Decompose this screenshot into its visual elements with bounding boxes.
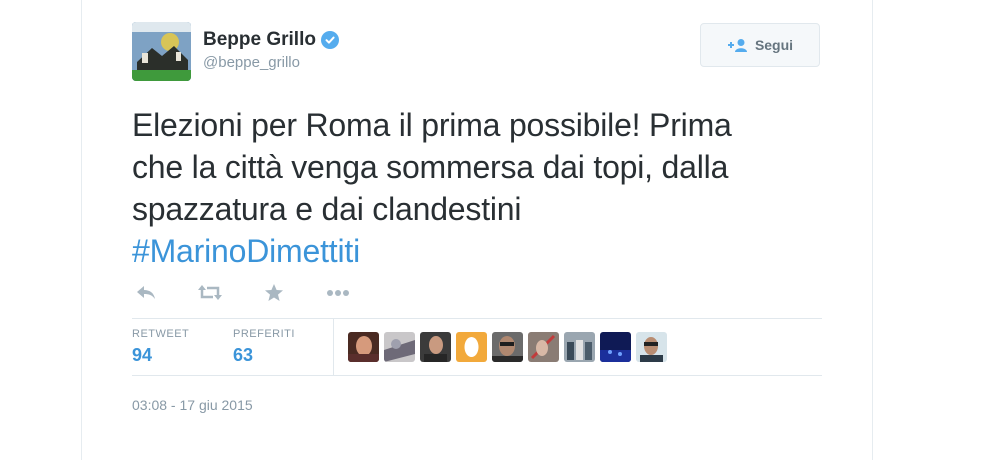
more-icon[interactable] [324, 281, 352, 305]
author-block[interactable]: Beppe Grillo @beppe_grillo [203, 29, 339, 71]
follow-button-label: Segui [754, 37, 794, 53]
verified-badge-icon [320, 31, 339, 49]
stats-separator [333, 318, 334, 376]
favoriter-avatar[interactable] [420, 332, 451, 362]
retweet-count: 94 [132, 345, 153, 365]
add-user-icon [727, 38, 749, 52]
favoriter-avatar[interactable] [636, 332, 667, 362]
favorite-label: PREFERITI [233, 328, 295, 340]
favoriter-avatar[interactable] [384, 332, 415, 362]
avatar[interactable] [132, 22, 191, 81]
tweet-text-line: spazzatura e dai clandestini [132, 191, 522, 227]
favorite-icon[interactable] [260, 281, 288, 305]
follow-button[interactable]: Segui [700, 23, 820, 67]
retweet-icon[interactable] [196, 281, 224, 305]
favoriters-avatars [348, 332, 667, 362]
favorite-stat[interactable]: PREFERITI 63 [233, 328, 295, 366]
favoriter-avatar[interactable] [600, 332, 631, 362]
tweet-text: Elezioni per Roma il prima possibile! Pr… [132, 104, 822, 272]
tweet-text-line: Elezioni per Roma il prima possibile! Pr… [132, 107, 732, 143]
retweet-stat[interactable]: RETWEET 94 [132, 328, 189, 366]
hashtag-link[interactable]: #MarinoDimettiti [132, 230, 822, 272]
tweet-text-line: che la città venga sommersa dai topi, da… [132, 149, 729, 185]
favoriter-avatar[interactable] [348, 332, 379, 362]
stats-bottom-divider [132, 375, 822, 376]
reply-icon[interactable] [132, 281, 160, 305]
tweet-timestamp[interactable]: 03:08 - 17 giu 2015 [132, 397, 253, 413]
author-name[interactable]: Beppe Grillo [203, 29, 316, 51]
stats-top-divider [132, 318, 822, 319]
favoriter-avatar[interactable] [456, 332, 487, 362]
author-handle[interactable]: @beppe_grillo [203, 54, 339, 71]
favoriter-avatar[interactable] [564, 332, 595, 362]
favoriter-avatar[interactable] [492, 332, 523, 362]
favorite-count: 63 [233, 345, 254, 365]
retweet-label: RETWEET [132, 328, 190, 340]
favoriter-avatar[interactable] [528, 332, 559, 362]
